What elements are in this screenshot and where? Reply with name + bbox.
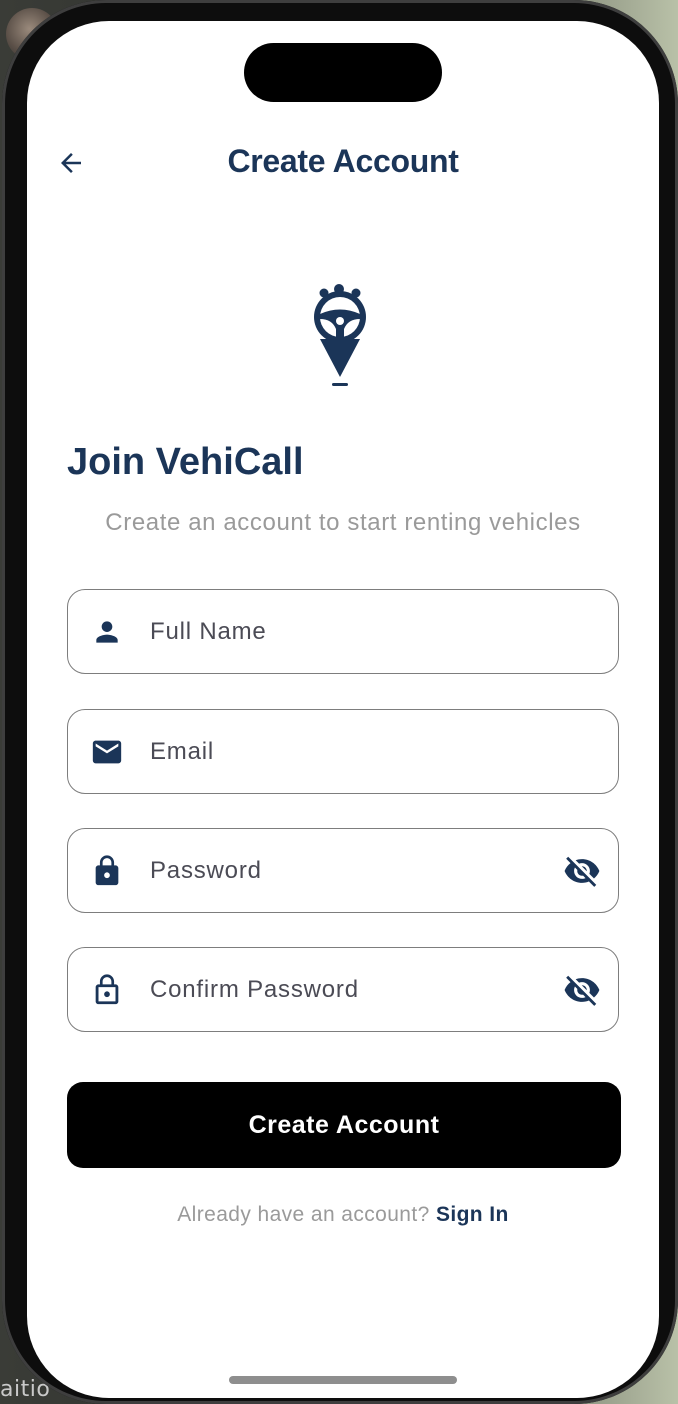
mail-icon [90,735,124,769]
lock-icon [90,854,124,888]
sign-in-link[interactable]: Sign In [436,1203,509,1226]
confirm-password-placeholder: Confirm Password [150,975,359,1003]
signin-prompt-text: Already have an account? [177,1203,430,1226]
welcome-subtitle: Create an account to start renting vehic… [105,509,581,536]
person-icon [90,615,124,649]
full-name-placeholder: Full Name [150,617,267,645]
dynamic-island [244,43,442,102]
confirm-password-field[interactable]: Confirm Password [67,947,619,1032]
visibility-off-icon[interactable] [562,970,602,1010]
welcome-heading: Join VehiCall [67,441,304,483]
signin-prompt-row: Already have an account? Sign In [27,1203,659,1227]
password-field[interactable]: Password [67,828,619,913]
phone-frame: Create Account Join VehiCall Create an a… [2,0,678,1404]
lock-outline-icon [90,973,124,1007]
page-title: Create Account [227,143,459,179]
email-field[interactable]: Email [67,709,619,794]
create-account-button[interactable]: Create Account [67,1082,621,1168]
email-placeholder: Email [150,737,215,765]
app-screen: Create Account Join VehiCall Create an a… [27,21,659,1398]
visibility-off-icon[interactable] [562,851,602,891]
steering-wheel-pin-logo [308,281,372,391]
home-indicator [229,1376,457,1384]
full-name-field[interactable]: Full Name [67,589,619,674]
password-placeholder: Password [150,856,262,884]
